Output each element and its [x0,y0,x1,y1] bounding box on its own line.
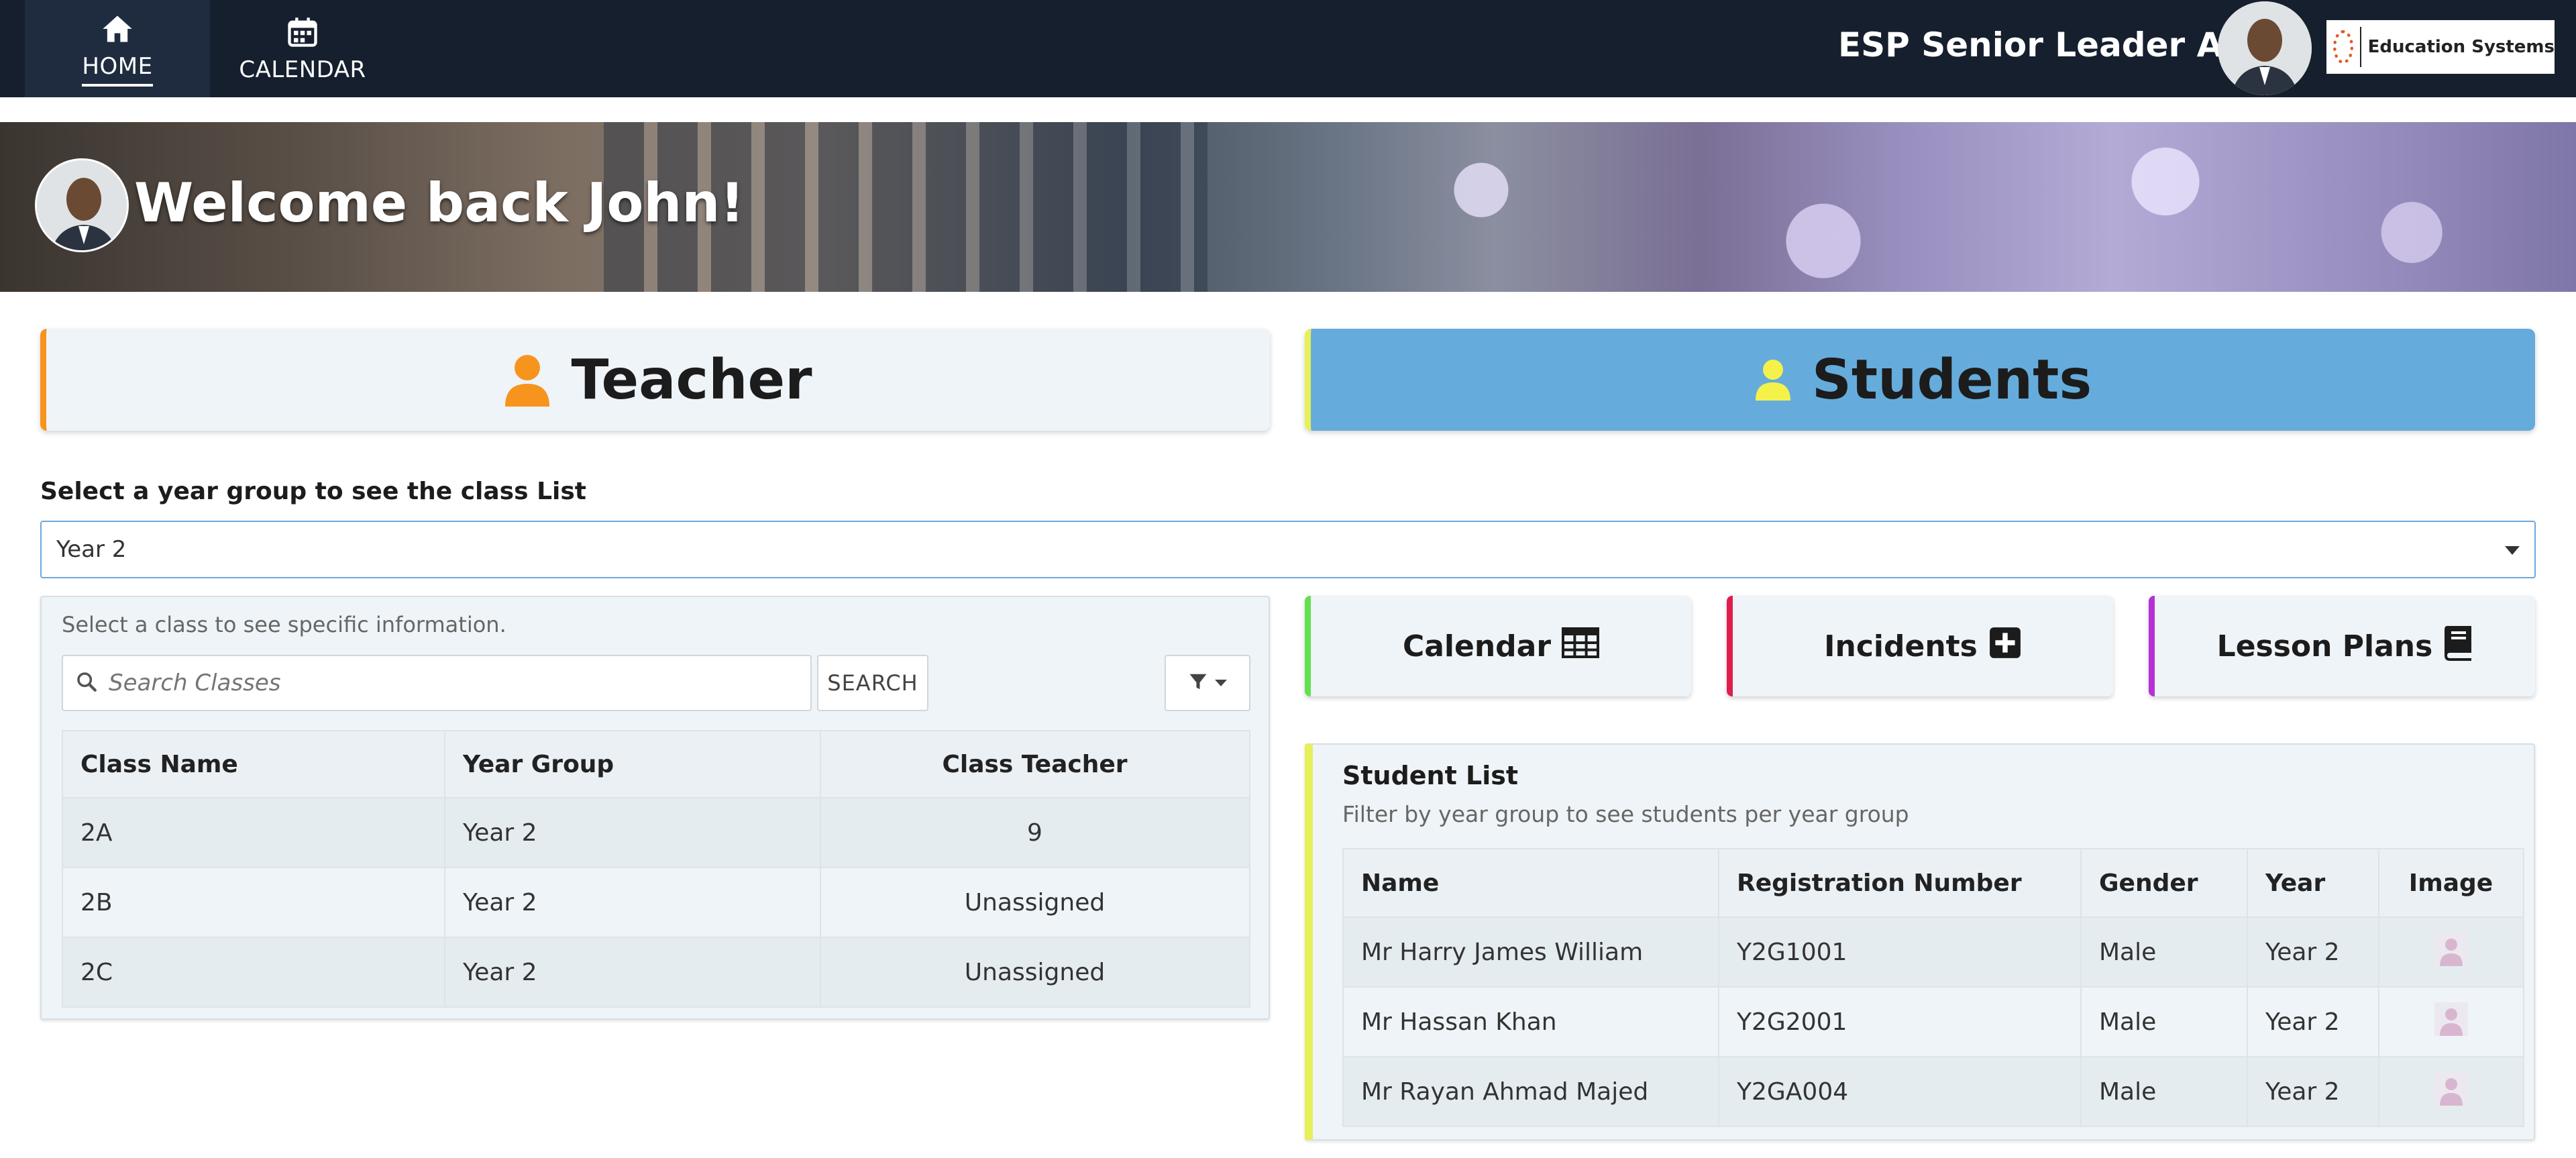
student-list-panel: Student List Filter by year group to see… [1305,743,2535,1141]
column-header-year-group[interactable]: Year Group [444,730,821,798]
student-image-cell [2378,1056,2524,1127]
year-cell: Year 2 [2247,1056,2379,1127]
nav-calendar[interactable]: CALENDAR [210,0,395,97]
gender-cell: Male [2080,1056,2248,1127]
class-list-panel: Select a class to see specific informati… [40,596,1270,1020]
table-row[interactable]: 2A Year 2 9 [62,797,1250,868]
students-card[interactable]: Students [1305,329,2535,431]
class-search-input[interactable] [107,669,778,697]
calendar-icon [285,15,320,50]
search-icon [75,670,98,696]
year-group-cell: Year 2 [444,937,821,1008]
year-select-label: Select a year group to see the class Lis… [40,478,586,505]
table-header-row: Name Registration Number Gender Year Ima… [1342,848,2524,918]
year-group-select[interactable]: Year 2 [40,521,2536,578]
column-header-name[interactable]: Name [1342,848,1719,918]
student-name-cell: Mr Rayan Ahmad Majed [1342,1056,1719,1127]
gender-cell: Male [2080,916,2248,988]
app-title: ESP Senior Leader App [1838,25,2271,64]
year-cell: Year 2 [2247,986,2379,1057]
year-group-cell: Year 2 [444,797,821,868]
chevron-down-icon [1215,680,1227,686]
registration-number-cell: Y2G2001 [1718,986,2082,1057]
class-teacher-cell: Unassigned [820,867,1250,938]
nav-calendar-label: CALENDAR [239,56,366,83]
chevron-down-icon [2505,546,2520,555]
student-name-cell: Mr Harry James William [1342,916,1719,988]
user-placeholder-icon [2434,1002,2468,1042]
plus-square-icon [1988,626,2022,667]
home-icon [100,11,135,46]
class-search-box[interactable] [62,655,812,711]
table-header-row: Class Name Year Group Class Teacher [62,730,1250,798]
school-logo: Education Systems [2326,20,2555,74]
logo-mark-icon [2333,30,2354,64]
class-teacher-cell: 9 [820,797,1250,868]
teacher-card[interactable]: Teacher [40,329,1270,431]
incidents-button[interactable]: Incidents [1727,596,2113,696]
logo-text: Education Systems [2367,37,2555,57]
student-image-cell [2378,986,2524,1057]
user-placeholder-icon [2434,1071,2468,1112]
filter-dropdown-button[interactable] [1165,655,1250,711]
column-header-registration-number[interactable]: Registration Number [1718,848,2082,918]
table-row[interactable]: 2C Year 2 Unassigned [62,937,1250,1008]
filter-icon [1188,672,1208,694]
nav-home[interactable]: HOME [25,0,210,97]
table-row[interactable]: Mr Hassan Khan Y2G2001 Male Year 2 [1342,986,2524,1057]
column-header-class-teacher[interactable]: Class Teacher [820,730,1250,798]
class-hint-text: Select a class to see specific informati… [62,612,506,637]
lesson-plans-button[interactable]: Lesson Plans [2149,596,2535,696]
table-row[interactable]: Mr Rayan Ahmad Majed Y2GA004 Male Year 2 [1342,1056,2524,1127]
column-header-gender[interactable]: Gender [2080,848,2248,918]
calendar-button[interactable]: Calendar [1305,596,1691,696]
table-row[interactable]: 2B Year 2 Unassigned [62,867,1250,938]
class-name-cell: 2B [62,867,445,938]
gender-cell: Male [2080,986,2248,1057]
class-table: Class Name Year Group Class Teacher 2A Y… [62,730,1250,1008]
banner-avatar [35,158,129,252]
logo-divider [2360,27,2361,67]
user-placeholder-icon [2434,932,2468,972]
calendar-button-label: Calendar [1402,629,1552,664]
welcome-banner: Welcome back John! [0,122,2576,292]
year-group-cell: Year 2 [444,867,821,938]
book-icon [2443,625,2473,668]
column-header-class-name[interactable]: Class Name [62,730,445,798]
class-teacher-cell: Unassigned [820,937,1250,1008]
user-avatar[interactable] [2218,1,2312,95]
year-group-select-value: Year 2 [56,536,127,563]
top-navbar: HOME CALENDAR ESP Senior Leader App Educ… [0,0,2576,97]
column-header-year[interactable]: Year [2247,848,2379,918]
student-image-cell [2378,916,2524,988]
welcome-heading: Welcome back John! [134,172,745,234]
incidents-button-label: Incidents [1824,629,1978,664]
registration-number-cell: Y2GA004 [1718,1056,2082,1127]
table-row[interactable]: Mr Harry James William Y2G1001 Male Year… [1342,916,2524,988]
student-list-subtitle: Filter by year group to see students per… [1342,801,1909,827]
registration-number-cell: Y2G1001 [1718,916,2082,988]
nav-home-label: HOME [82,53,153,87]
class-name-cell: 2A [62,797,445,868]
year-cell: Year 2 [2247,916,2379,988]
student-table: Name Registration Number Gender Year Ima… [1342,848,2524,1127]
teacher-card-title: Teacher [571,348,812,412]
search-button[interactable]: SEARCH [817,655,928,711]
table-grid-icon [1562,627,1600,666]
banner-flowers-image [1208,122,2576,292]
person-icon [504,353,551,407]
student-list-title: Student List [1342,761,1519,790]
student-name-cell: Mr Hassan Khan [1342,986,1719,1057]
students-card-title: Students [1811,348,2092,412]
class-name-cell: 2C [62,937,445,1008]
lesson-plans-button-label: Lesson Plans [2216,629,2433,664]
person-icon [1754,359,1792,401]
column-header-image[interactable]: Image [2378,848,2524,918]
